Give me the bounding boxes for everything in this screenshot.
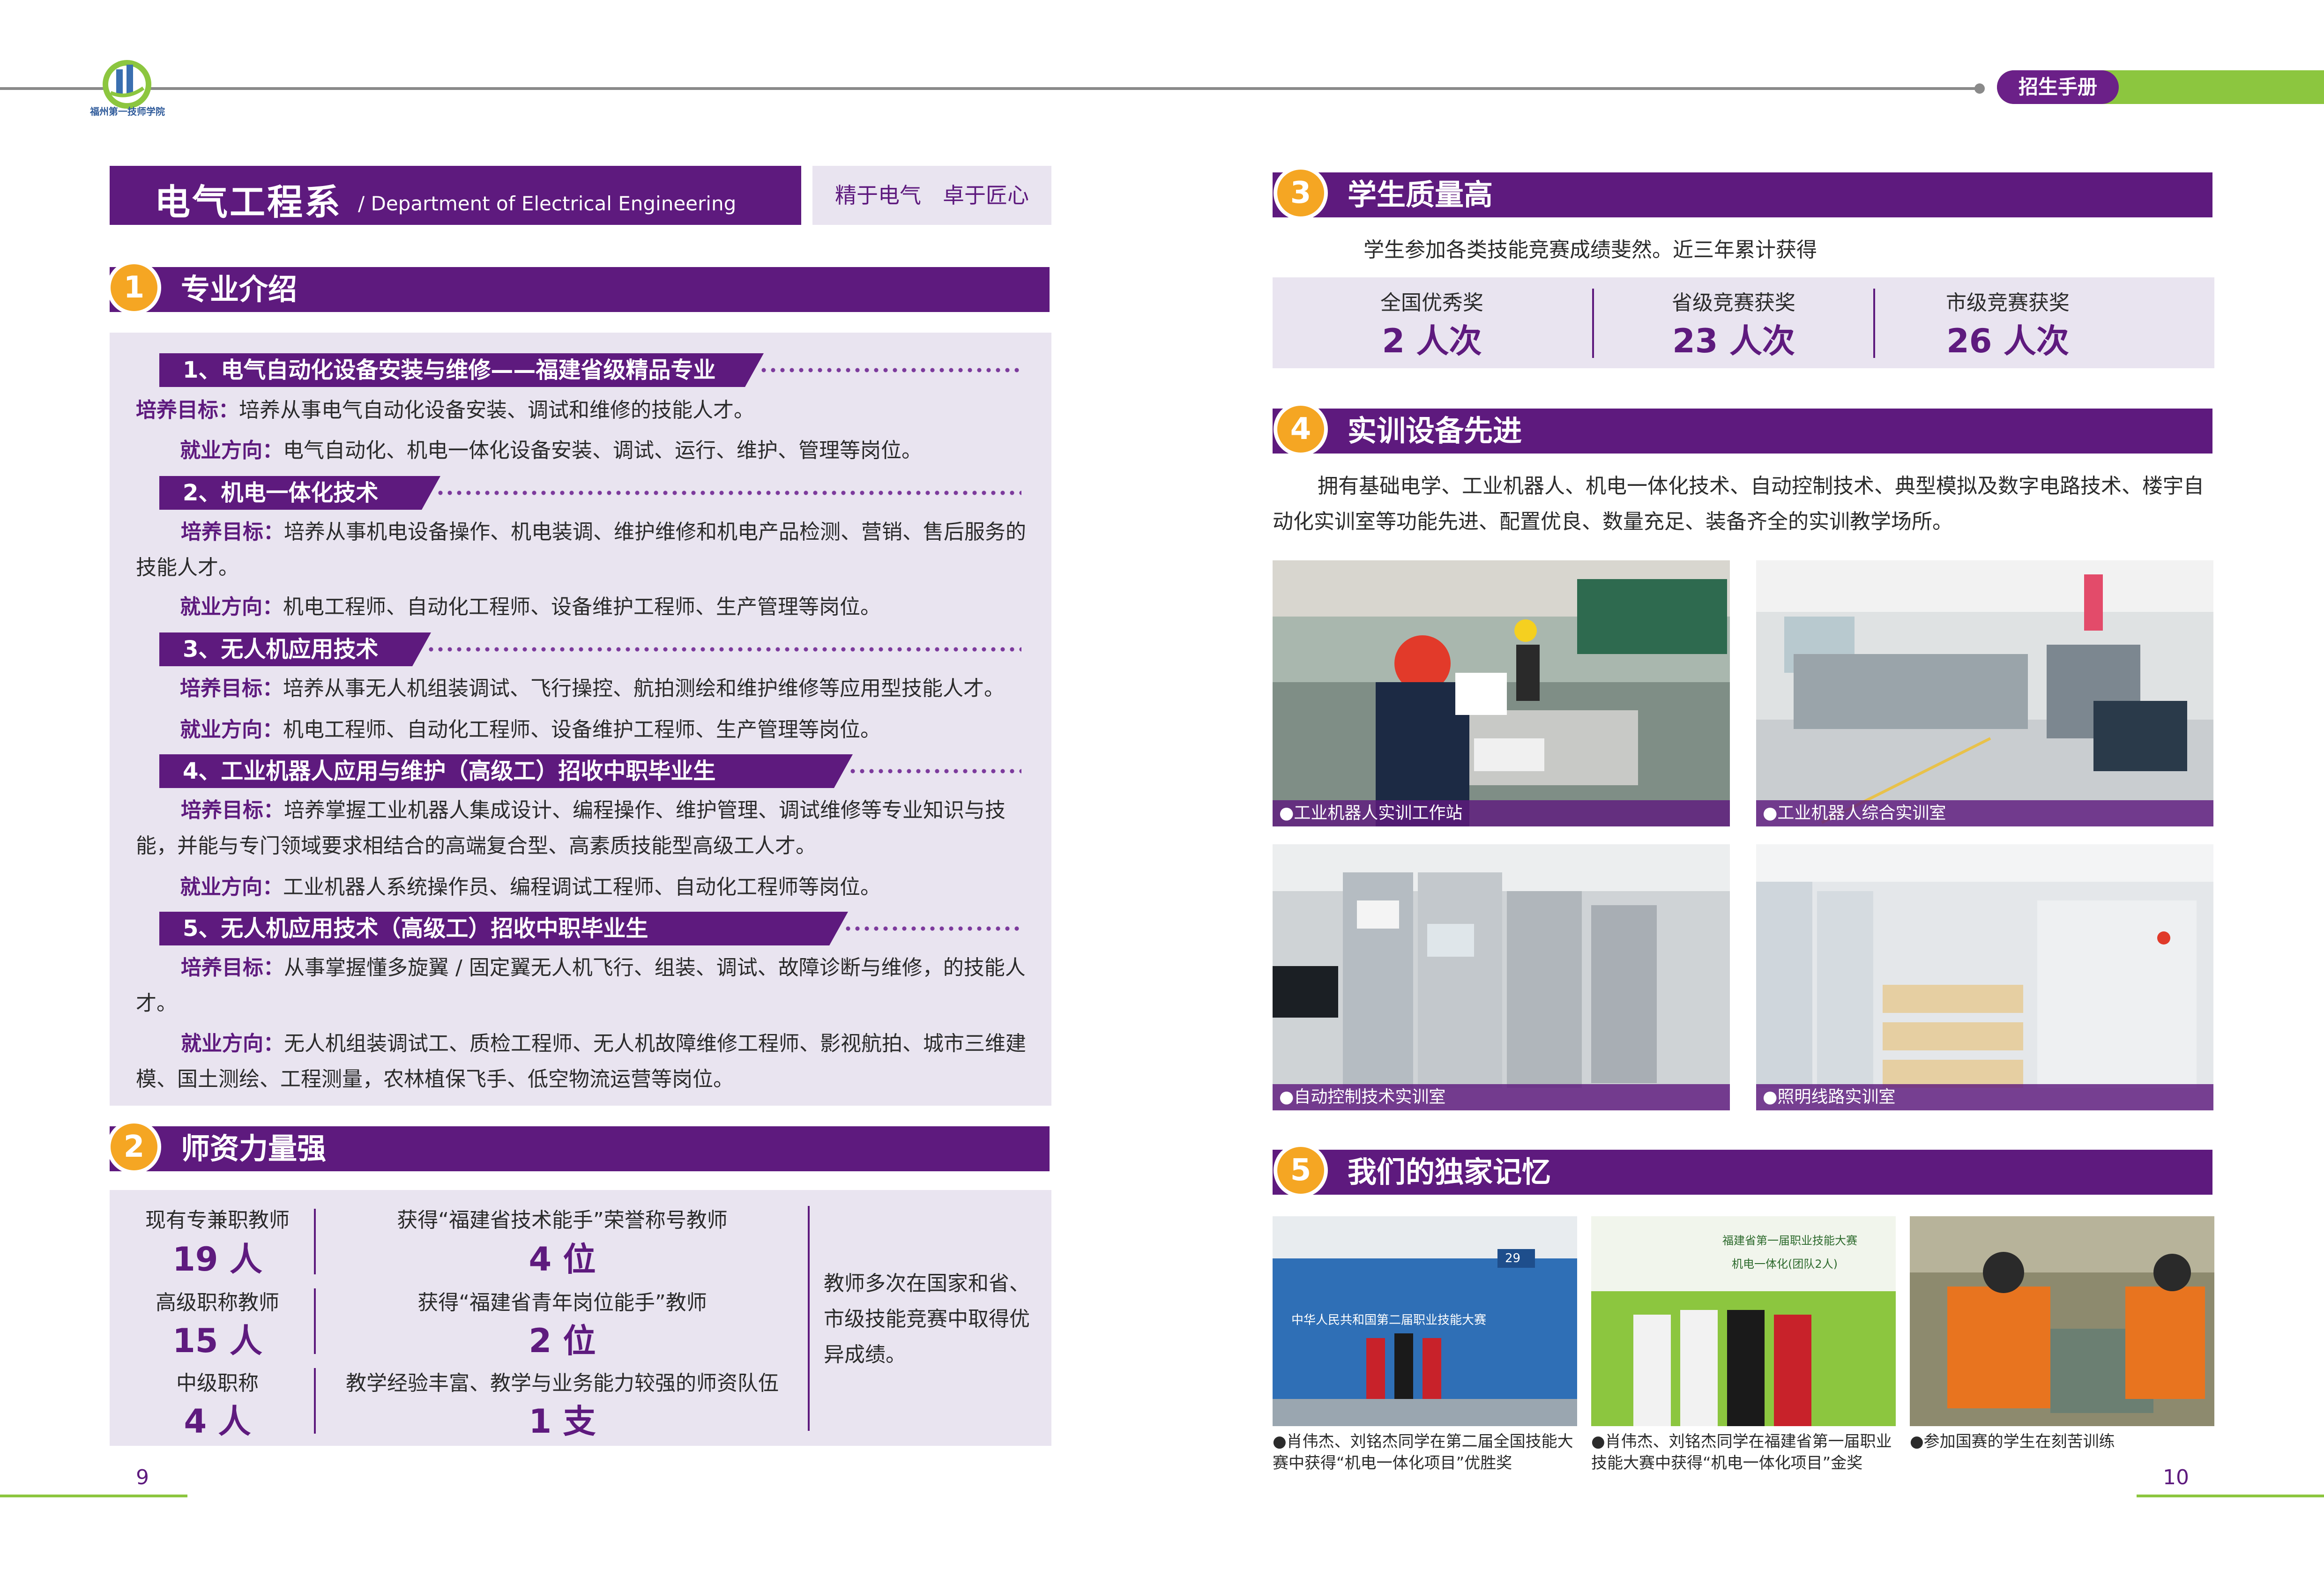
department-title: 电气工程系 xyxy=(155,181,342,223)
award-3-label: 市级竞赛获奖 xyxy=(1946,291,2070,315)
photo-2-caption: ●工业机器人综合实训室 xyxy=(1756,800,2213,826)
section-3-title: 学生质量高 xyxy=(1348,178,1493,212)
photo-lighting-lab: ●照明线路实训室 xyxy=(1756,844,2213,1110)
teacher-stat-1-label: 现有专兼职教师 xyxy=(145,1208,290,1232)
robot-lab-image xyxy=(1756,560,2213,826)
major-4-divider xyxy=(848,766,1021,776)
department-title-bar: 电气工程系 / Department of Electrical Enginee… xyxy=(110,166,801,225)
major-4-direction: 就业方向：工业机器人系统操作员、编程调试工程师、自动化工程师等岗位。 xyxy=(180,875,881,899)
students-intro: 学生参加各类技能竞赛成绩斐然。近三年累计获得 xyxy=(1363,238,1817,262)
major-2-direction: 就业方向：机电工程师、自动化工程师、设备维护工程师、生产管理等岗位。 xyxy=(180,595,881,619)
teacher-note: 教师多次在国家和省、市级技能竞赛中取得优异成绩。 xyxy=(824,1272,1030,1367)
training-image xyxy=(1910,1216,2214,1426)
memory-1-sign-text: 中华人民共和国第二届职业技能大赛 xyxy=(1291,1313,1486,1327)
memory-1-caption: ●肖伟杰、刘铭杰同学在第二届全国技能大赛中获得“机电一体化项目”优胜奖 xyxy=(1273,1432,1573,1473)
teacher-stat-5-label: 获得“福建省青年岗位能手”教师 xyxy=(417,1291,707,1315)
major-2-title: 2、机电一体化技术 xyxy=(159,476,440,510)
major-5-goal: 培养目标：从事掌握懂多旋翼 / 固定翼无人机飞行、组装、调试、故障诊断与维修，的… xyxy=(136,956,1026,1015)
page-number-left: 9 xyxy=(136,1465,149,1489)
section-1-number: 1 xyxy=(107,260,161,315)
equipment-intro: 拥有基础电学、工业机器人、机电一体化技术、自动控制技术、典型模拟及数字电路技术、… xyxy=(1273,474,2204,534)
major-3-direction: 就业方向：机电工程师、自动化工程师、设备维护工程师、生产管理等岗位。 xyxy=(180,718,881,742)
teacher-stat-6-label: 教学经验丰富、教学与业务能力较强的师资队伍 xyxy=(346,1371,779,1395)
photo-robot-lab: ●工业机器人综合实训室 xyxy=(1756,560,2213,826)
teacher-stat-3-label: 中级职称 xyxy=(176,1371,259,1395)
national-contest-image: 中华人民共和国第二届职业技能大赛 29 xyxy=(1273,1216,1577,1426)
teacher-divider xyxy=(314,1368,316,1434)
section-4-number: 4 xyxy=(1274,402,1328,456)
header-rule xyxy=(0,87,1982,90)
header-rule-dot xyxy=(1974,83,1985,94)
major-1-title: 1、电气自动化设备安装与维修——福建省级精品专业 xyxy=(159,353,764,387)
teacher-divider xyxy=(314,1288,316,1354)
memory-photo-1: 中华人民共和国第二届职业技能大赛 29 xyxy=(1273,1216,1577,1426)
section-1-title: 专业介绍 xyxy=(181,272,298,306)
photo-1-caption: ●工业机器人实训工作站 xyxy=(1273,800,1730,826)
teacher-stat-1-value: 19 人 xyxy=(172,1240,262,1279)
major-5-title: 5、无人机应用技术（高级工）招收中职毕业生 xyxy=(159,912,848,945)
award-1-value: 2 人次 xyxy=(1382,322,1482,360)
memory-2-sign-text: 福建省第一届职业技能大赛 xyxy=(1722,1234,1857,1247)
major-3-title: 3、无人机应用技术 xyxy=(159,632,431,666)
major-2-divider xyxy=(436,488,1021,498)
major-1-direction: 就业方向：电气自动化、机电一体化设备安装、调试、运行、维护、管理等岗位。 xyxy=(180,439,922,462)
teacher-stat-4-label: 获得“福建省技术能手”荣誉称号教师 xyxy=(397,1208,728,1232)
teacher-stat-6-value: 1 支 xyxy=(529,1402,596,1441)
footer-rule-right xyxy=(2137,1495,2324,1497)
photo-4-caption: ●照明线路实训室 xyxy=(1756,1084,2213,1110)
teacher-stat-4-value: 4 位 xyxy=(529,1240,596,1279)
photo-3-caption: ●自动控制技术实训室 xyxy=(1273,1084,1730,1110)
major-5-direction: 就业方向：无人机组装调试工、质检工程师、无人机故障维修工程师、影视航拍、城市三维… xyxy=(136,1032,1026,1091)
page-number-right: 10 xyxy=(2163,1465,2189,1489)
section-4-title: 实训设备先进 xyxy=(1348,414,1522,448)
major-1-divider xyxy=(759,365,1021,375)
memory-photo-2: 福建省第一届职业技能大赛 机电一体化(团队2人) xyxy=(1591,1216,1896,1426)
section-2-title: 师资力量强 xyxy=(181,1131,327,1166)
section-2-number: 2 xyxy=(107,1120,161,1174)
major-3-goal: 培养目标：培养从事无人机组装调试、飞行操控、航拍测绘和维护维修等应用型技能人才。 xyxy=(180,677,1005,700)
award-2-label: 省级竞赛获奖 xyxy=(1672,291,1795,315)
footer-rule-left xyxy=(0,1495,187,1497)
lighting-lab-image xyxy=(1756,844,2213,1110)
memory-photo-3 xyxy=(1910,1216,2214,1426)
brochure-tab: 招生手册 xyxy=(1997,70,2324,104)
automation-lab-image xyxy=(1273,844,1730,1110)
section-5-number: 5 xyxy=(1274,1143,1328,1198)
major-4-goal: 培养目标：培养掌握工业机器人集成设计、编程操作、维护管理、调试维修等专业知识与技… xyxy=(136,798,1006,858)
major-3-divider xyxy=(426,645,1021,654)
photo-robot-workstation: ●工业机器人实训工作站 xyxy=(1273,560,1730,826)
teacher-divider xyxy=(314,1209,316,1274)
award-2-value: 23 人次 xyxy=(1672,322,1795,360)
award-1-label: 全国优秀奖 xyxy=(1380,291,1483,315)
teacher-stat-2-value: 15 人 xyxy=(172,1322,262,1360)
section-5-title: 我们的独家记忆 xyxy=(1348,1155,1551,1189)
brochure-label: 招生手册 xyxy=(1997,70,2119,104)
photo-automation-lab: ●自动控制技术实训室 xyxy=(1273,844,1730,1110)
teacher-stat-3-value: 4 人 xyxy=(184,1402,251,1441)
memory-1-board-text: 29 xyxy=(1505,1251,1520,1265)
section-3-number: 3 xyxy=(1274,166,1328,220)
provincial-contest-image: 福建省第一届职业技能大赛 机电一体化(团队2人) xyxy=(1591,1216,1896,1426)
memory-3-caption: ●参加国赛的学生在刻苦训练 xyxy=(1910,1432,2115,1451)
major-2-goal: 培养目标：培养从事机电设备操作、机电装调、维护维修和机电产品检测、营销、售后服务… xyxy=(136,520,1026,580)
memory-2-caption: ●肖伟杰、刘铭杰同学在福建省第一届职业技能大赛中获得“机电一体化项目”金奖 xyxy=(1591,1432,1892,1473)
department-title-en: / Department of Electrical Engineering xyxy=(358,192,737,215)
major-1-goal: 培养目标：培养从事电气自动化设备安装、调试和维修的技能人才。 xyxy=(136,398,754,422)
teacher-stat-5-value: 2 位 xyxy=(529,1322,596,1360)
major-5-divider xyxy=(843,924,1021,933)
major-4-title: 4、工业机器人应用与维护（高级工）招收中职毕业生 xyxy=(159,754,853,788)
teacher-stat-2-label: 高级职称教师 xyxy=(156,1291,279,1315)
robot-workstation-image xyxy=(1273,560,1730,826)
school-logo-text: 福州第一技师学院 xyxy=(90,106,165,117)
teacher-divider xyxy=(808,1206,810,1431)
memory-2-board-text: 机电一体化(团队2人) xyxy=(1732,1257,1838,1271)
award-3-value: 26 人次 xyxy=(1946,322,2069,360)
department-motto: 精于电气 卓于匠心 xyxy=(812,166,1051,225)
